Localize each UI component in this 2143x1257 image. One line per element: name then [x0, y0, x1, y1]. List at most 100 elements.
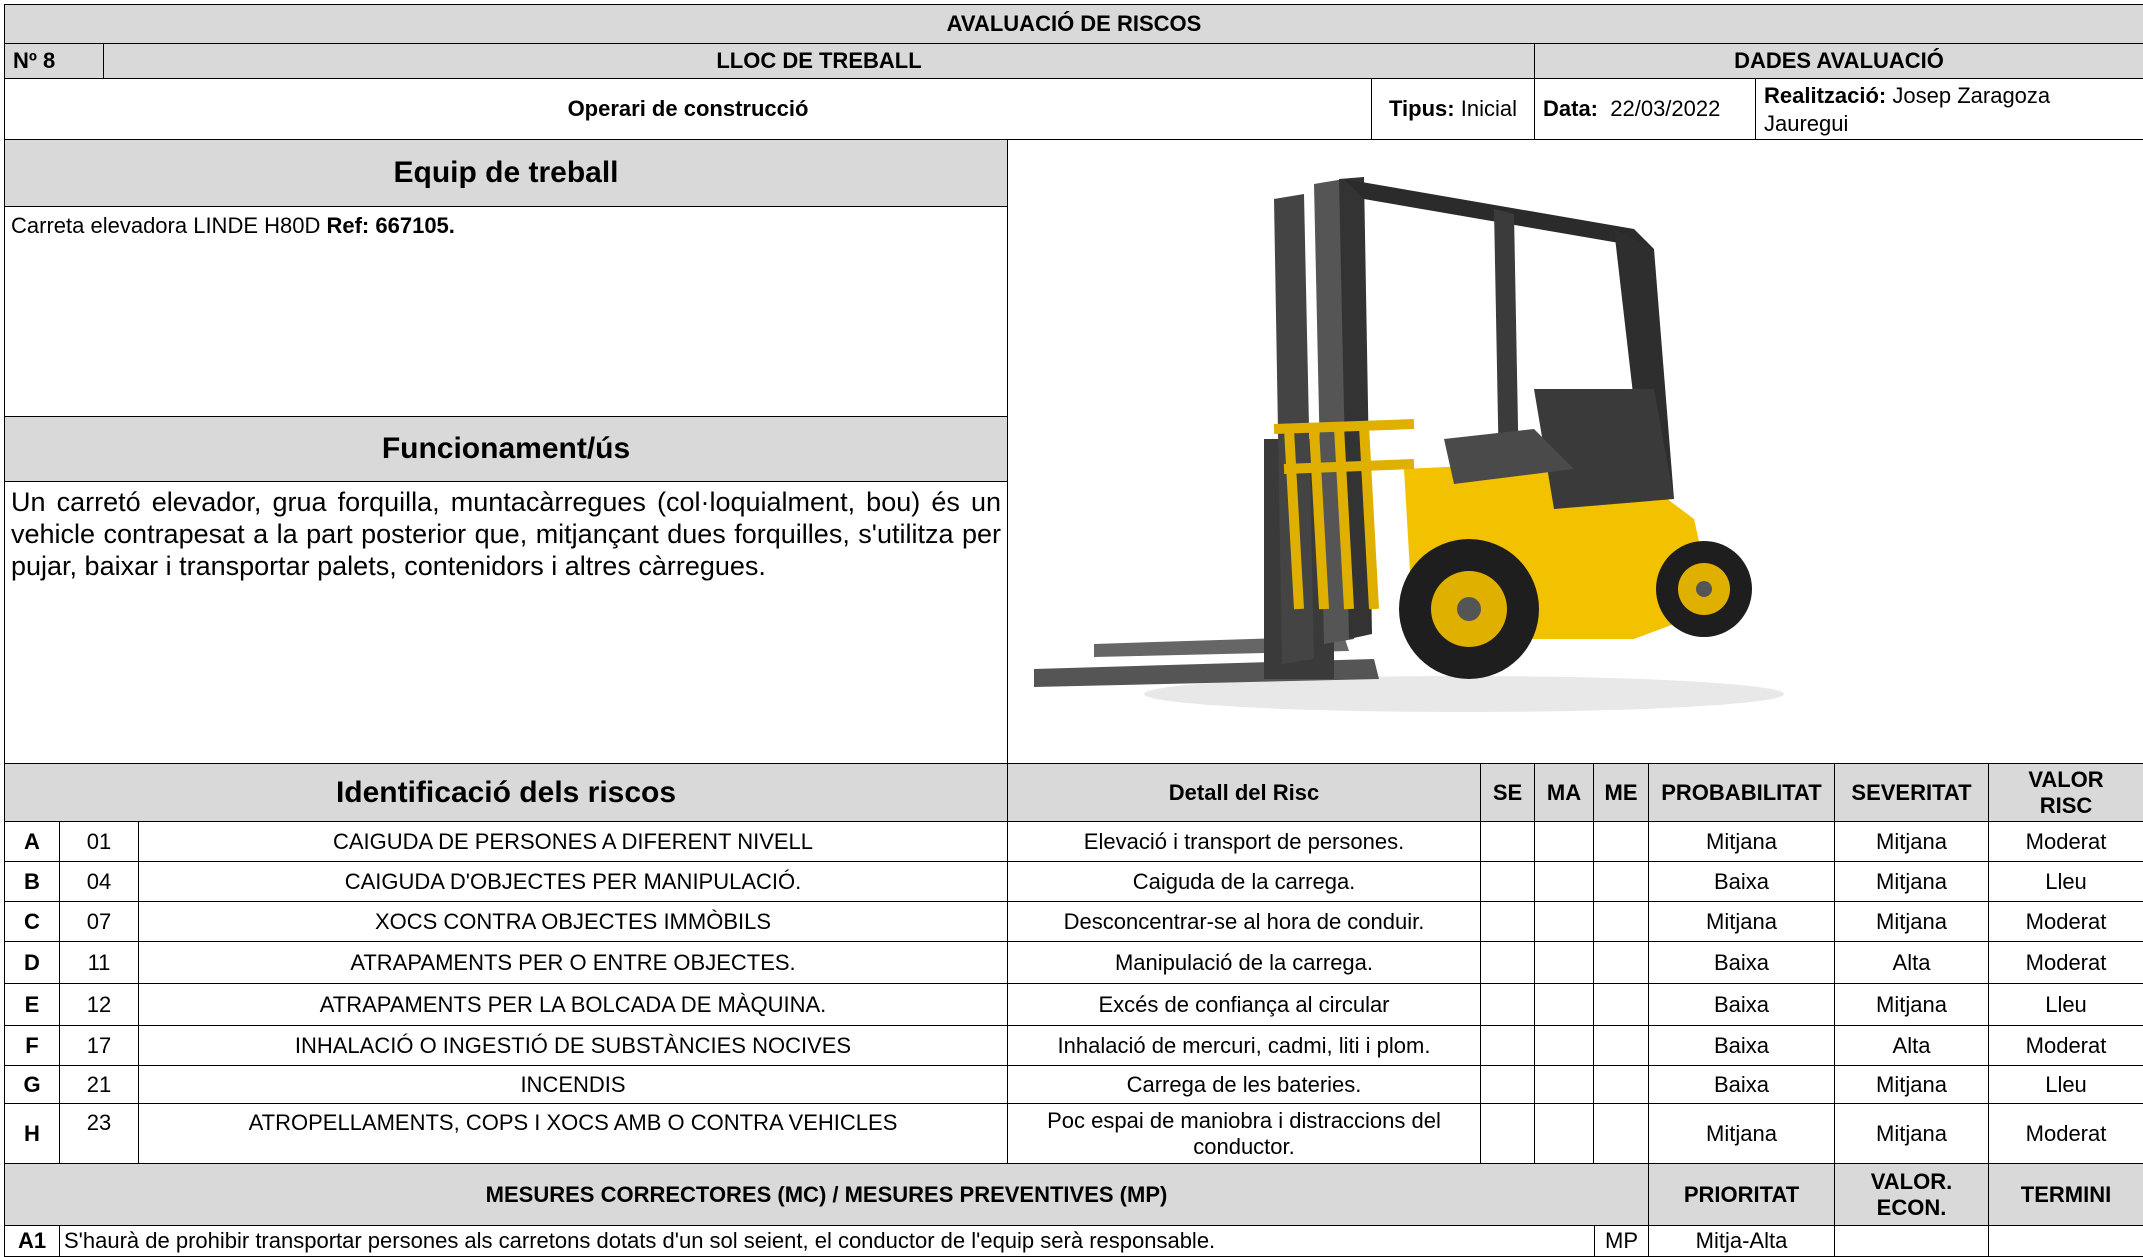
measure-text: S'haurà de prohibir transportar persones…: [59, 1225, 1595, 1257]
risk-row-a-ma: [1534, 821, 1594, 862]
risk-row-b-value: Lleu: [1988, 861, 2143, 902]
priority-heading: PRIORITAT: [1648, 1163, 1835, 1226]
risk-row-a-probability: Mitjana: [1648, 821, 1835, 862]
risk-row-f-se: [1480, 1025, 1535, 1066]
risk-row-h-value: Moderat: [1988, 1103, 2143, 1164]
measure-term: [1988, 1225, 2143, 1257]
risk-row-d-ma: [1534, 941, 1594, 984]
risk-row-a-value: Moderat: [1988, 821, 2143, 862]
risk-row-b-detail: Caiguda de la carrega.: [1007, 861, 1481, 902]
measure-priority: Mitja-Alta: [1648, 1225, 1835, 1257]
risk-row-b-severity: Mitjana: [1834, 861, 1989, 902]
risk-row-c-ma: [1534, 901, 1594, 942]
risk-row-f-code: 17: [59, 1025, 139, 1066]
risk-row-c-probability: Mitjana: [1648, 901, 1835, 942]
measure-type: MP: [1594, 1225, 1649, 1257]
risk-detail-line1: Inhalació de mercuri, cadmi, liti i plom…: [1057, 1032, 1431, 1058]
risk-row-d-value: Moderat: [1988, 941, 2143, 984]
measure-code: A1: [4, 1225, 60, 1257]
evaluation-author: Realització: Josep Zaragoza Jauregui: [1755, 78, 2143, 140]
risk-row-h-letter: H: [4, 1103, 60, 1164]
risk-row-c-detail: Desconcentrar-se al hora de conduir.: [1007, 901, 1481, 942]
risk-row-g-value: Lleu: [1988, 1065, 2143, 1104]
risk-row-f-ma: [1534, 1025, 1594, 1066]
risk-row-h-probability: Mitjana: [1648, 1103, 1835, 1164]
equipment-heading: Equip de treball: [4, 139, 1008, 207]
workplace-heading: LLOC DE TREBALL: [103, 43, 1535, 79]
risk-row-c-risk: XOCS CONTRA OBJECTES IMMÒBILS: [138, 901, 1008, 942]
risk-row-b-me: [1593, 861, 1649, 902]
risk-row-h-me: [1593, 1103, 1649, 1164]
forklift-photo: [1034, 177, 1784, 712]
risk-row-d-risk: ATRAPAMENTS PER O ENTRE OBJECTES.: [138, 941, 1008, 984]
risk-row-d-me: [1593, 941, 1649, 984]
author-label: Realització:: [1764, 83, 1887, 108]
risk-detail-line2: conductor.: [1193, 1133, 1295, 1159]
risk-row-a-se: [1480, 821, 1535, 862]
risk-row-g-risk: INCENDIS: [138, 1065, 1008, 1104]
risk-row-c-severity: Mitjana: [1834, 901, 1989, 942]
evaluation-date: Data: 22/03/2022: [1534, 78, 1756, 140]
equipment-ref: Ref: 667105.: [326, 213, 455, 238]
risk-row-a-detail: Elevació i transport de persones.: [1007, 821, 1481, 862]
risk-row-g-probability: Baixa: [1648, 1065, 1835, 1104]
risk-detail-line1: Excés de confiança al circular: [1098, 991, 1390, 1017]
econ-value-heading: VALOR. ECON.: [1834, 1163, 1989, 1226]
se-heading: SE: [1480, 763, 1535, 822]
risk-row-e-se: [1480, 983, 1535, 1026]
operation-heading: Funcionament/ús: [4, 416, 1008, 482]
me-heading: ME: [1593, 763, 1649, 822]
risk-row-d-detail: Manipulació de la carrega.: [1007, 941, 1481, 984]
risk-value-heading-line2: RISC: [2039, 792, 2093, 818]
risk-row-a-letter: A: [4, 821, 60, 862]
risk-row-b-ma: [1534, 861, 1594, 902]
risk-row-g-severity: Mitjana: [1834, 1065, 1989, 1104]
risk-row-f-detail: Inhalació de mercuri, cadmi, liti i plom…: [1007, 1025, 1481, 1066]
measures-heading: MESURES CORRECTORES (MC) / MESURES PREVE…: [4, 1163, 1649, 1226]
risk-row-h-code: 23: [59, 1103, 139, 1164]
risk-detail-line1: Carrega de les bateries.: [1126, 1071, 1362, 1097]
risk-row-f-severity: Alta: [1834, 1025, 1989, 1066]
risk-row-f-value: Moderat: [1988, 1025, 2143, 1066]
date-label: Data:: [1543, 96, 1599, 121]
risk-row-e-detail: Excés de confiança al circular: [1007, 983, 1481, 1026]
probability-heading: PROBABILITAT: [1648, 763, 1835, 822]
risk-row-b-probability: Baixa: [1648, 861, 1835, 902]
risk-row-g-me: [1593, 1065, 1649, 1104]
risk-row-g-letter: G: [4, 1065, 60, 1104]
risk-row-f-probability: Baixa: [1648, 1025, 1835, 1066]
risk-row-g-code: 21: [59, 1065, 139, 1104]
risk-row-h-risk: ATROPELLAMENTS, COPS I XOCS AMB O CONTRA…: [138, 1103, 1008, 1164]
risk-row-f-me: [1593, 1025, 1649, 1066]
risk-row-e-me: [1593, 983, 1649, 1026]
author-line1: Josep Zaragoza: [1892, 83, 2051, 108]
risk-detail-line1: Poc espai de maniobra i distraccions del: [1047, 1107, 1441, 1133]
term-heading: TERMINI: [1988, 1163, 2143, 1226]
risk-row-e-code: 12: [59, 983, 139, 1026]
ma-heading: MA: [1534, 763, 1594, 822]
risk-row-h-detail: Poc espai de maniobra i distraccions del…: [1007, 1103, 1481, 1164]
risk-value-heading-line1: VALOR: [2028, 766, 2104, 792]
risk-row-a-severity: Mitjana: [1834, 821, 1989, 862]
risk-row-e-risk: ATRAPAMENTS PER LA BOLCADA DE MÀQUINA.: [138, 983, 1008, 1026]
equipment-name: Carreta elevadora LINDE H80D: [11, 213, 327, 238]
risk-row-f-risk: INHALACIÓ O INGESTIÓ DE SUBSTÀNCIES NOCI…: [138, 1025, 1008, 1066]
risk-row-f-letter: F: [4, 1025, 60, 1066]
risk-row-d-code: 11: [59, 941, 139, 984]
risk-row-b-risk: CAIGUDA D'OBJECTES PER MANIPULACIÓ.: [138, 861, 1008, 902]
risk-row-b-letter: B: [4, 861, 60, 902]
risk-row-c-letter: C: [4, 901, 60, 942]
risk-row-e-severity: Mitjana: [1834, 983, 1989, 1026]
risk-row-d-letter: D: [4, 941, 60, 984]
risk-row-e-value: Lleu: [1988, 983, 2143, 1026]
evaluation-type: Tipus: Inicial: [1371, 78, 1535, 140]
risk-row-e-ma: [1534, 983, 1594, 1026]
risk-detail-line1: Desconcentrar-se al hora de conduir.: [1063, 908, 1425, 934]
risk-row-g-ma: [1534, 1065, 1594, 1104]
measure-econ-value: [1834, 1225, 1989, 1257]
risk-row-b-code: 04: [59, 861, 139, 902]
risk-row-h-ma: [1534, 1103, 1594, 1164]
risk-detail-line1: Caiguda de la carrega.: [1132, 868, 1356, 894]
severity-heading: SEVERITAT: [1834, 763, 1989, 822]
risk-row-b-se: [1480, 861, 1535, 902]
